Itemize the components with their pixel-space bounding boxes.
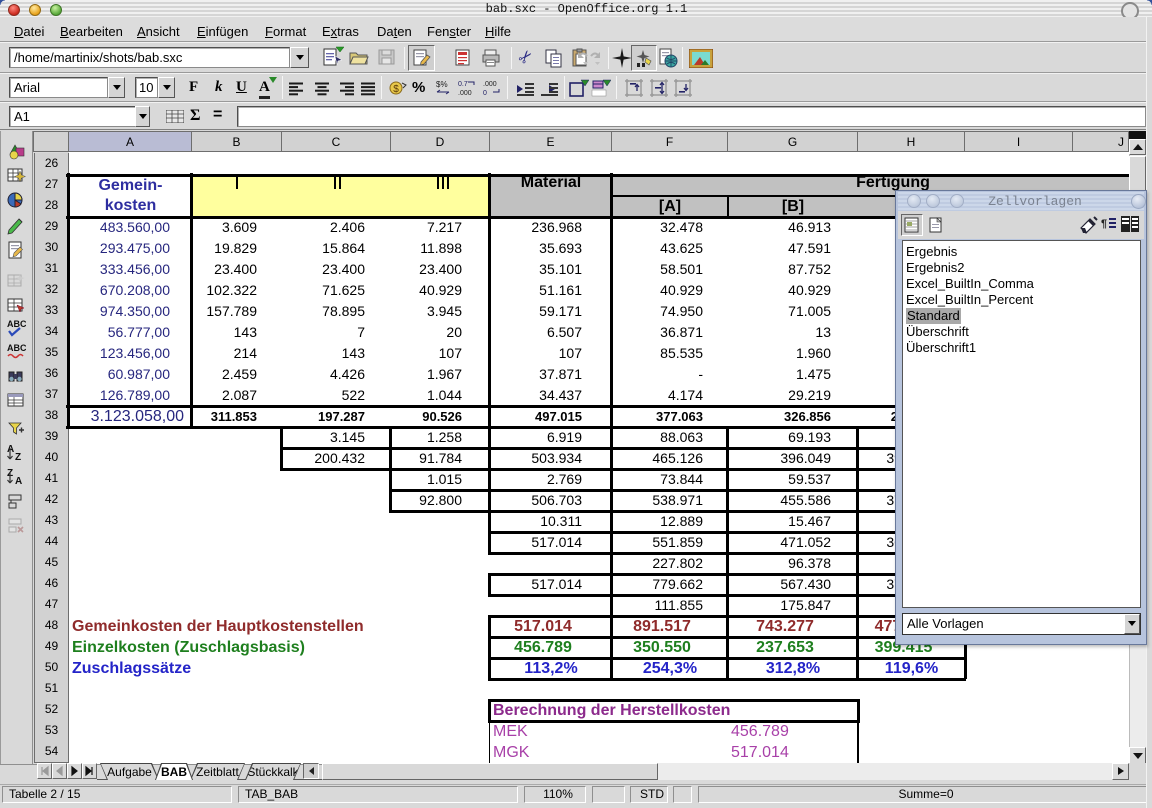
svg-text:A: A [15,476,22,487]
svg-text:ABC: ABC [7,343,26,353]
svg-text:0: 0 [483,90,487,97]
svg-text:0.7: 0.7 [458,81,468,88]
svg-text:¶: ¶ [1101,218,1107,230]
svg-text:ABC: ABC [7,319,26,329]
svg-text:.000: .000 [483,81,497,88]
svg-text:Z: Z [15,452,21,463]
svg-text:$: $ [393,84,399,95]
svg-text:$%: $% [436,80,448,89]
svg-text:A: A [7,444,14,455]
svg-text:.000: .000 [458,90,472,97]
